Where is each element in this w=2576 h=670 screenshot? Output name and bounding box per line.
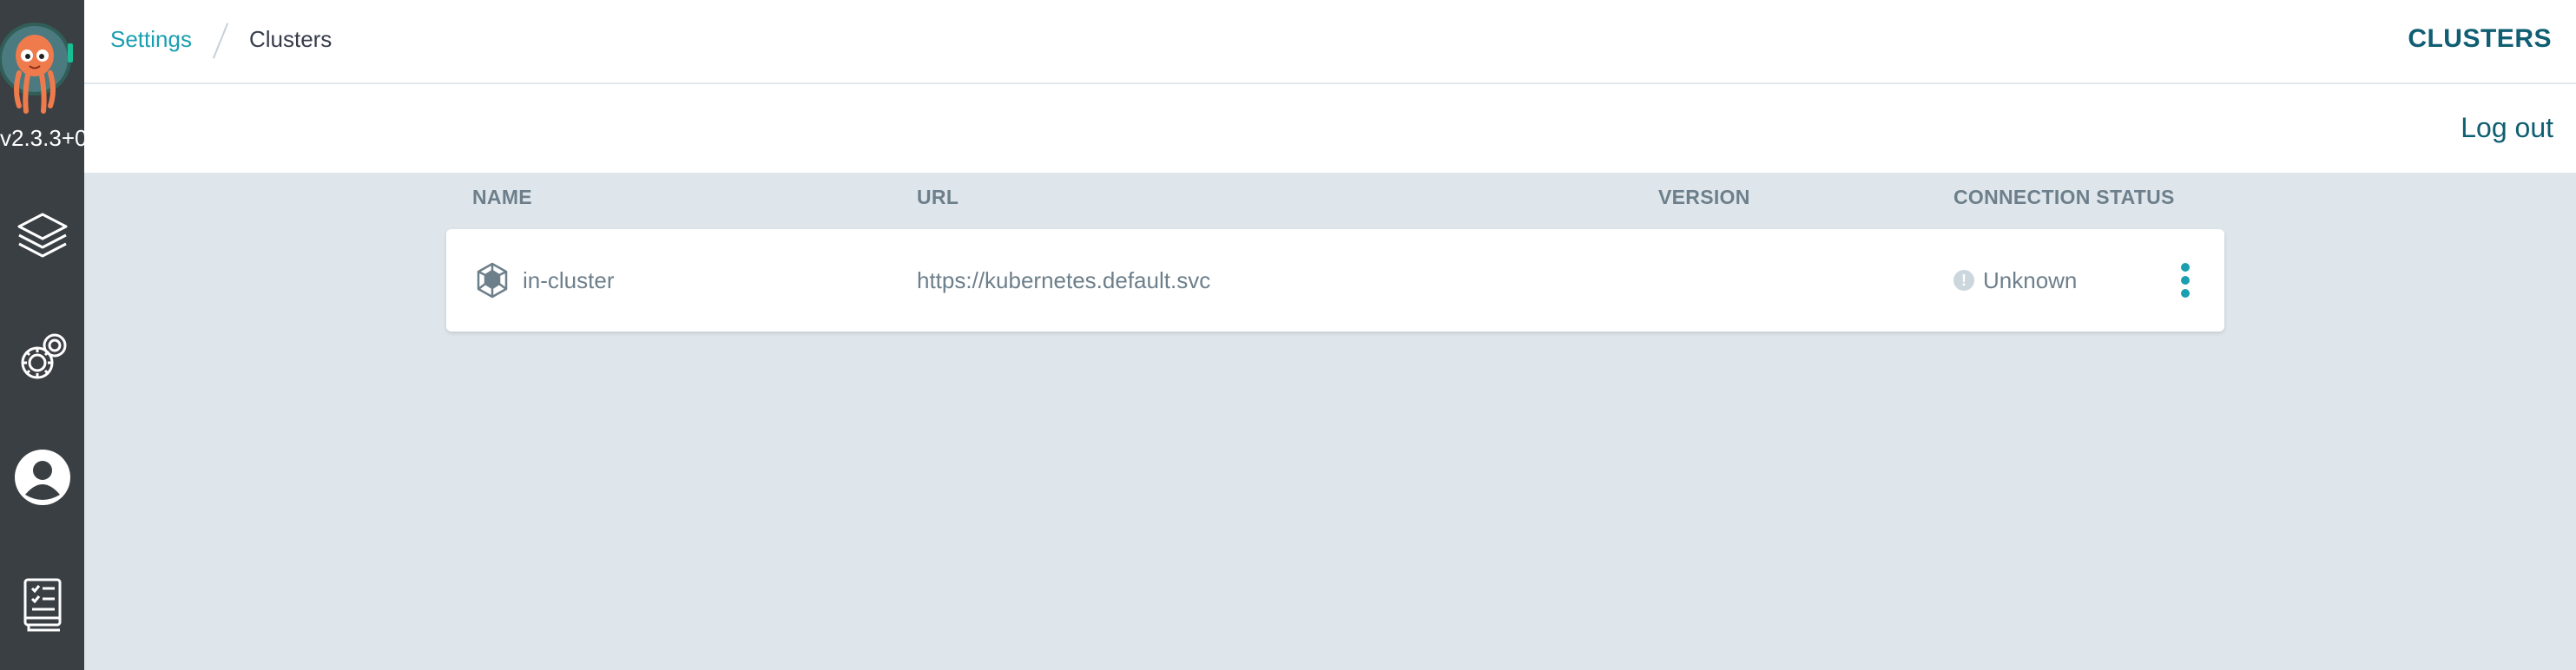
table-header: NAME URL VERSION CONNECTION STATUS [446, 174, 2224, 224]
kebab-dot [2181, 289, 2190, 298]
gear-icon [15, 330, 70, 390]
cluster-icon [472, 260, 512, 300]
breadcrumb-settings-link[interactable]: Settings [110, 26, 192, 53]
breadcrumb: Settings Clusters [110, 0, 332, 78]
top-bar: Settings Clusters CLUSTERS [84, 0, 2576, 83]
page-title: CLUSTERS [2408, 24, 2552, 53]
docs-icon [20, 576, 65, 636]
sidebar: v2.3.3+0 [0, 0, 84, 670]
sidebar-item-applications[interactable] [0, 194, 84, 281]
connection-status: Unknown [1983, 266, 2078, 293]
user-icon [13, 448, 72, 511]
column-header-connection-status: CONNECTION STATUS [1953, 186, 2175, 208]
logout-button[interactable]: Log out [2461, 84, 2553, 171]
table-row[interactable]: in-cluster https://kubernetes.default.sv… [446, 229, 2224, 332]
connection-status-cell: ! Unknown [1953, 229, 2077, 332]
cluster-name-cell: in-cluster [472, 229, 614, 332]
cluster-url: https://kubernetes.default.svc [917, 266, 1211, 293]
column-header-version: VERSION [1658, 186, 1750, 208]
breadcrumb-separator [208, 20, 234, 58]
sidebar-item-settings[interactable] [0, 316, 84, 403]
row-actions-menu-button[interactable] [2168, 259, 2203, 302]
unknown-status-icon: ! [1953, 270, 1974, 291]
sidebar-item-documentation[interactable] [0, 562, 84, 649]
action-bar: Log out [84, 84, 2576, 173]
breadcrumb-current: Clusters [248, 25, 333, 52]
version-label: v2.3.3+0 [0, 125, 84, 151]
layers-icon [14, 207, 71, 269]
kebab-dot [2181, 276, 2190, 285]
column-header-name: NAME [472, 186, 532, 208]
argo-logo[interactable] [0, 12, 84, 116]
column-header-url: URL [917, 186, 959, 208]
cluster-name: in-cluster [523, 266, 615, 293]
kebab-dot [2181, 263, 2190, 272]
sidebar-item-user-info[interactable] [0, 436, 84, 522]
